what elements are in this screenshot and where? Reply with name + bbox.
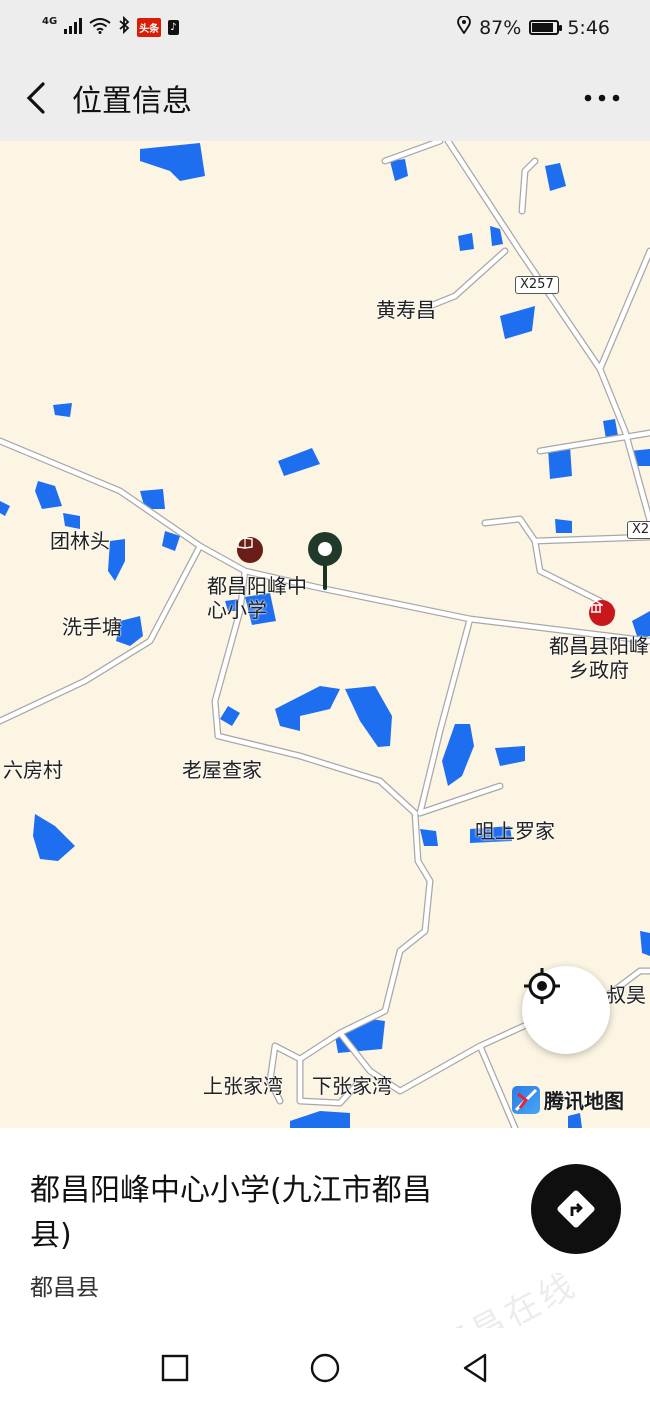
map-label-xiazhangjiawan: 下张家湾 bbox=[312, 1074, 392, 1098]
tencent-map-logo-icon bbox=[512, 1085, 540, 1114]
wifi-icon bbox=[89, 17, 111, 39]
triangle-back-icon bbox=[463, 1353, 487, 1383]
clock: 5:46 bbox=[567, 16, 610, 39]
location-icon bbox=[457, 15, 471, 39]
place-region: 都昌县 bbox=[30, 1275, 99, 1301]
chevron-left-icon bbox=[26, 82, 45, 114]
government-poi-icon[interactable] bbox=[589, 600, 615, 626]
map-label-shuhao: 叔昊 bbox=[606, 983, 646, 1007]
news-app-icon: 头条 bbox=[137, 18, 162, 37]
more-dots-icon bbox=[584, 94, 620, 102]
status-bar: 4G 头条 ♪ 87% 5:46 bbox=[0, 0, 650, 55]
map-label-tuanlintou: 团林头 bbox=[50, 529, 110, 553]
location-pin-icon[interactable] bbox=[308, 532, 342, 590]
map-label-laowuchajia: 老屋查家 bbox=[182, 758, 262, 782]
navigate-button[interactable] bbox=[531, 1164, 621, 1254]
page-title: 位置信息 bbox=[72, 84, 192, 119]
system-nav-bar bbox=[0, 1328, 650, 1408]
map-label-school: 都昌阳峰中心小学 bbox=[207, 574, 307, 622]
map-label-shangzhangjiawan: 上张家湾 bbox=[203, 1074, 283, 1098]
map-label-zashangluojia: 咀上罗家 bbox=[475, 819, 555, 843]
school-poi-icon[interactable] bbox=[237, 537, 263, 563]
map-label-huangshouchang: 黄寿昌 bbox=[376, 298, 436, 322]
network-type: 4G bbox=[42, 16, 58, 27]
road-shield-x257: X257 bbox=[515, 276, 559, 294]
map-provider-logo: 腾讯地图 bbox=[512, 1085, 624, 1114]
crosshair-icon bbox=[524, 968, 560, 1004]
map-provider-name: 腾讯地图 bbox=[544, 1089, 624, 1113]
home-button[interactable] bbox=[305, 1348, 345, 1388]
recent-apps-button[interactable] bbox=[155, 1348, 195, 1388]
bluetooth-icon bbox=[118, 15, 130, 39]
school-glyph-icon bbox=[237, 537, 253, 549]
back-button[interactable] bbox=[24, 73, 64, 123]
my-location-button[interactable] bbox=[522, 966, 610, 1054]
road-shield-x2: X2 bbox=[627, 521, 650, 539]
circle-icon bbox=[310, 1353, 340, 1383]
status-right: 87% 5:46 bbox=[457, 15, 610, 39]
directions-icon bbox=[557, 1190, 595, 1228]
more-options-button[interactable] bbox=[578, 78, 626, 118]
square-icon bbox=[161, 1354, 189, 1382]
battery-percent: 87% bbox=[479, 16, 522, 39]
tiktok-app-icon: ♪ bbox=[168, 20, 179, 35]
battery-icon bbox=[529, 20, 563, 35]
map-label-xishoutang: 洗手塘 bbox=[62, 615, 122, 639]
map-label-liufangcun: 六房村 bbox=[3, 758, 63, 782]
place-name: 都昌阳峰中心小学(九江市都昌县) bbox=[30, 1173, 432, 1253]
status-left: 4G 头条 ♪ bbox=[42, 15, 179, 39]
back-nav-button[interactable] bbox=[455, 1348, 495, 1388]
map-view[interactable]: X257 X2 黄寿昌 团林头 都昌阳峰中心小学 洗手塘 六房村 老屋查家 都昌… bbox=[0, 141, 650, 1128]
title-bar: 位置信息 bbox=[0, 55, 650, 141]
signal-icon bbox=[64, 17, 83, 39]
map-label-government: 都昌县阳峰乡政府 bbox=[549, 634, 649, 682]
government-glyph-icon bbox=[589, 600, 603, 613]
